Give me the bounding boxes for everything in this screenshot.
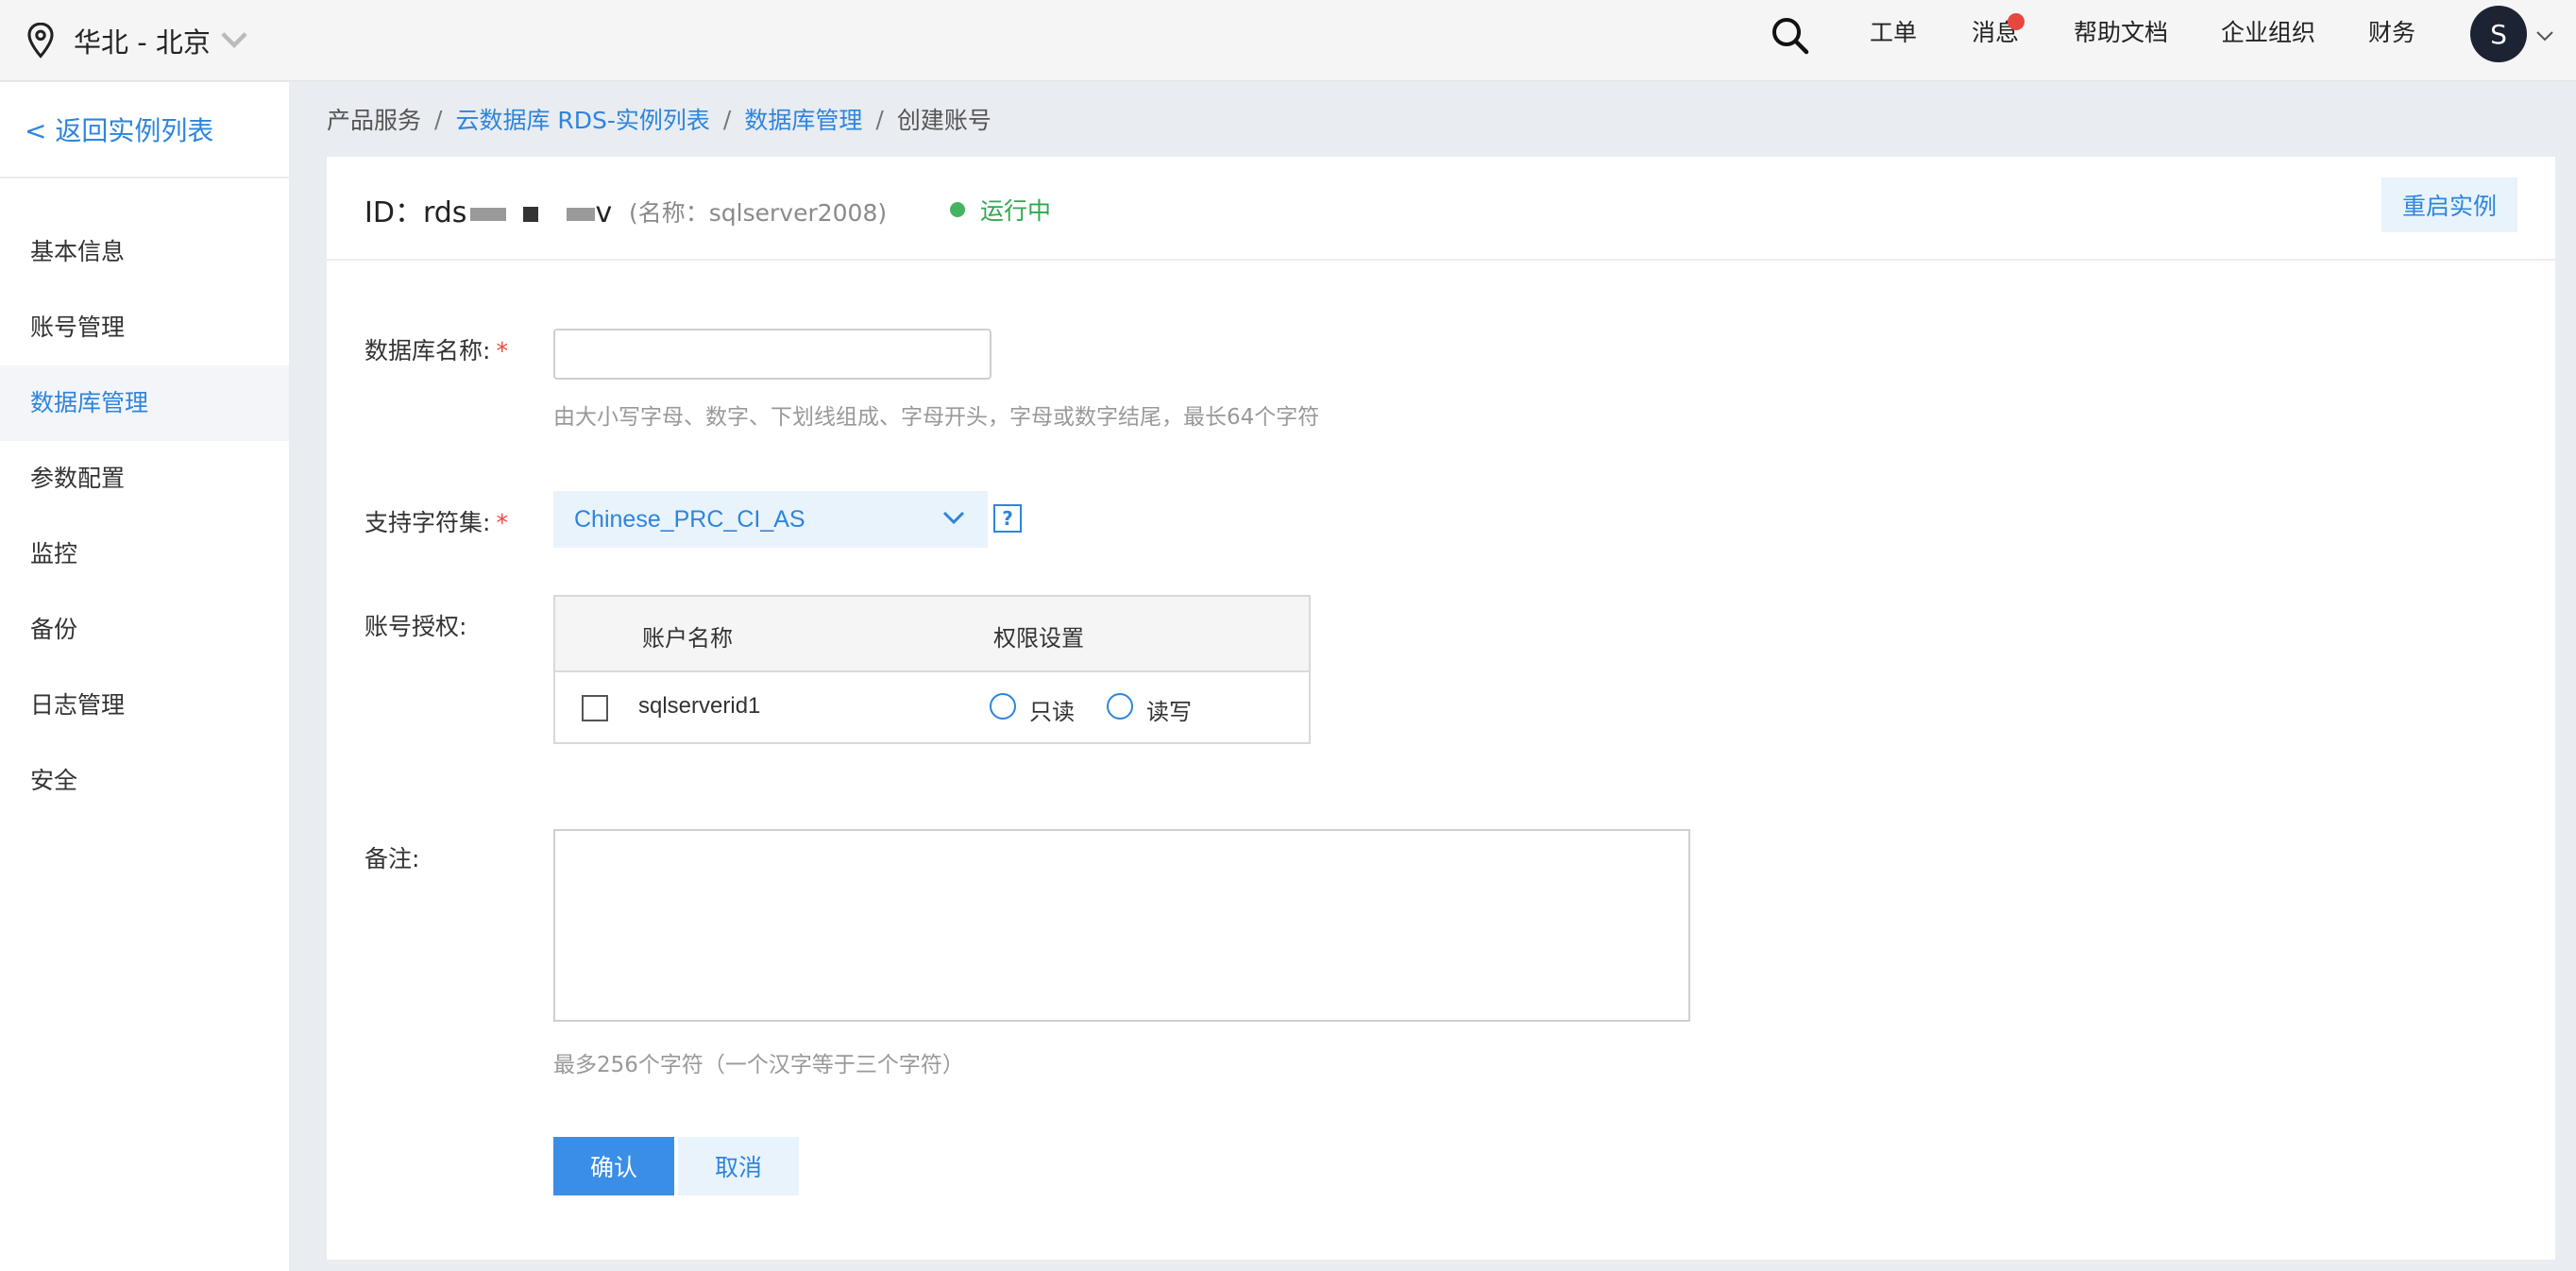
breadcrumb-separator: / [722,105,732,133]
charset-select[interactable]: Chinese_PRC_CI_AS [553,491,988,548]
breadcrumb-product-services[interactable]: 产品服务 [327,102,421,136]
nav-tickets[interactable]: 工单 [1870,17,1917,49]
instance-id-prefix: ID：rds [364,196,467,229]
db-name-label-text: 数据库名称: [364,337,491,364]
required-mark: * [496,509,508,536]
sidebar-divider [0,177,289,178]
redaction-mark [523,206,539,222]
sidebar-item-security[interactable]: 安全 [0,743,289,819]
account-auth-table: 账户名称 权限设置 sqlserverid1 只读 读写 [553,595,1311,744]
column-header-account: 账户名称 [642,625,733,652]
column-header-permission: 权限设置 [993,625,1084,652]
readwrite-radio-label[interactable]: 读写 [1146,693,1192,726]
readonly-radio-label[interactable]: 只读 [1029,693,1075,726]
sidebar: < 返回实例列表 基本信息 账号管理 数据库管理 参数配置 监控 备份 日志管理… [0,82,289,1271]
remark-label: 备注: [364,845,420,873]
db-name-input[interactable] [553,329,991,380]
breadcrumb-database-management[interactable]: 数据库管理 [744,102,862,136]
account-checkbox[interactable] [582,695,608,721]
readonly-radio[interactable] [990,693,1016,720]
top-bar: 华北 - 北京 工单 消息 帮助文档 企业组织 财务 S [0,0,2576,81]
instance-header: ID：rds v (名称：sqlserver2008) 运行中 重启实例 [327,157,2555,261]
chevron-down-icon [221,32,247,48]
charset-label: 支持字符集: * [364,504,508,538]
remark-hint: 最多256个字符（一个汉字等于三个字符） [553,1053,964,1077]
instance-name: (名称：sqlserver2008) [629,199,888,227]
chevron-down-icon[interactable] [2535,30,2554,42]
sidebar-item-account-management[interactable]: 账号管理 [0,290,289,365]
region-selector[interactable]: 华北 - 北京 [25,17,250,64]
breadcrumb-separator: / [434,105,443,133]
sidebar-item-basic-info[interactable]: 基本信息 [0,214,289,290]
status-badge: 运行中 [950,193,1051,227]
db-name-label: 数据库名称: * [364,332,508,366]
breadcrumb-separator: / [875,105,884,133]
sidebar-item-monitoring[interactable]: 监控 [0,517,289,592]
charset-select-value: Chinese_PRC_CI_AS [574,505,805,533]
location-pin-icon [27,23,54,59]
account-auth-label: 账号授权: [364,613,467,640]
restart-instance-button[interactable]: 重启实例 [2381,178,2517,232]
required-mark: * [496,337,508,364]
status-dot-icon [950,202,965,217]
redaction-mark [567,207,596,221]
breadcrumb-rds-instance-list[interactable]: 云数据库 RDS-实例列表 [455,102,709,136]
readwrite-radio[interactable] [1107,693,1133,720]
nav-organization[interactable]: 企业组织 [2221,17,2315,49]
region-label: 华北 - 北京 [74,26,211,59]
nav-help-docs[interactable]: 帮助文档 [2074,17,2168,49]
avatar[interactable]: S [2470,6,2527,62]
cancel-button[interactable]: 取消 [678,1137,799,1195]
remark-textarea[interactable] [553,829,1690,1022]
chevron-down-icon [942,511,965,525]
sidebar-item-database-management[interactable]: 数据库管理 [0,365,289,441]
back-to-instance-list-link[interactable]: < 返回实例列表 [25,110,213,148]
instance-id-suffix: v [595,196,613,229]
instance-id: ID：rds v [364,189,612,230]
notification-badge [2008,13,2025,30]
status-label: 运行中 [980,197,1052,225]
main-card: ID：rds v (名称：sqlserver2008) 运行中 重启实例 数据库名… [327,157,2555,1260]
redaction-mark [470,207,507,221]
sidebar-item-parameters[interactable]: 参数配置 [0,441,289,517]
breadcrumb-current-page: 创建账号 [896,107,991,134]
nav-finance[interactable]: 财务 [2368,17,2415,49]
db-name-hint: 由大小写字母、数字、下划线组成、字母开头，字母或数字结尾，最长64个字符 [553,405,1320,430]
account-name: sqlserverid1 [638,693,761,719]
search-icon[interactable] [1770,15,1811,57]
help-icon[interactable]: ? [993,504,1022,533]
table-header: 账户名称 权限设置 [555,597,1309,672]
charset-label-text: 支持字符集: [364,509,491,536]
breadcrumb: 产品服务 / 云数据库 RDS-实例列表 / 数据库管理 / 创建账号 [327,102,991,136]
confirm-button[interactable]: 确认 [553,1137,674,1195]
sidebar-item-logs[interactable]: 日志管理 [0,668,289,743]
sidebar-item-backup[interactable]: 备份 [0,592,289,668]
